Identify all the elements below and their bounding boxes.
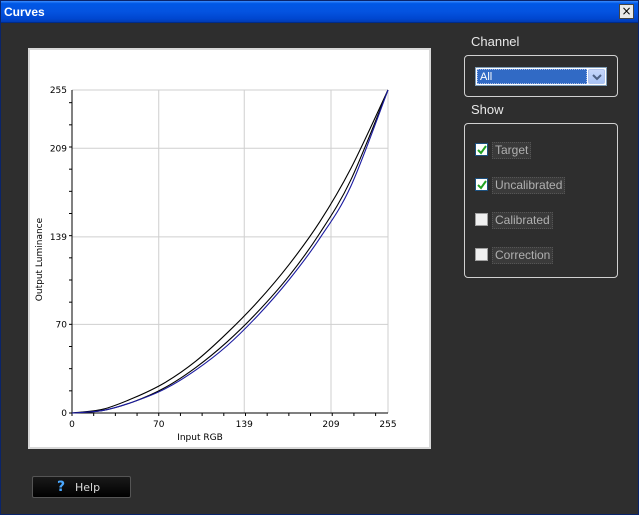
checkbox-box[interactable]	[475, 213, 488, 226]
y-tick-label: 70	[56, 320, 68, 330]
checkbox-label: Correction	[492, 247, 554, 264]
x-tick-label: 0	[69, 420, 75, 430]
window-title: Curves	[4, 5, 45, 19]
curve-line-1	[71, 89, 389, 414]
close-icon: ×	[621, 4, 632, 18]
help-button[interactable]: ? Help	[32, 476, 131, 498]
channel-select[interactable]: All	[475, 67, 607, 86]
curve-line-2	[71, 89, 389, 414]
close-button[interactable]: ×	[619, 4, 634, 19]
channel-label: Channel	[471, 34, 520, 49]
help-button-label: Help	[75, 481, 101, 494]
checkbox-box[interactable]	[475, 248, 488, 261]
curves-chart: 0 70 139 209 255 0 70 139 209 255 Input RGB Output …	[28, 48, 431, 449]
checkbox-label: Target	[492, 142, 532, 159]
y-tick-label: 255	[50, 86, 67, 96]
x-tick-label: 70	[153, 420, 165, 430]
curves-window: Curves × 0 70 139 209 255 0 70 139 209 255 Input R…	[0, 0, 639, 515]
checkbox-box[interactable]	[475, 143, 488, 156]
chevron-down-icon[interactable]	[588, 69, 605, 84]
y-tick-label: 139	[50, 233, 67, 243]
checkbox-label: Uncalibrated	[492, 177, 566, 194]
channel-selected-value: All	[477, 69, 587, 84]
x-tick-label: 139	[236, 420, 253, 430]
question-icon: ?	[57, 479, 66, 495]
curves-chart-svg: 0 70 139 209 255 0 70 139 209 255 Input RGB Output …	[35, 86, 397, 443]
checkbox-label: Calibrated	[492, 212, 553, 229]
y-tick-label: 209	[50, 144, 67, 154]
x-tick-label: 209	[322, 420, 339, 430]
y-axis-title: Output Luminance	[35, 217, 45, 301]
checkbox-box[interactable]	[475, 178, 488, 191]
curve-line-0	[71, 89, 389, 414]
show-label: Show	[471, 102, 504, 117]
x-tick-label: 255	[379, 420, 396, 430]
title-bar[interactable]: Curves ×	[1, 1, 638, 23]
y-tick-label: 0	[61, 409, 67, 419]
x-axis-title: Input RGB	[177, 433, 223, 443]
